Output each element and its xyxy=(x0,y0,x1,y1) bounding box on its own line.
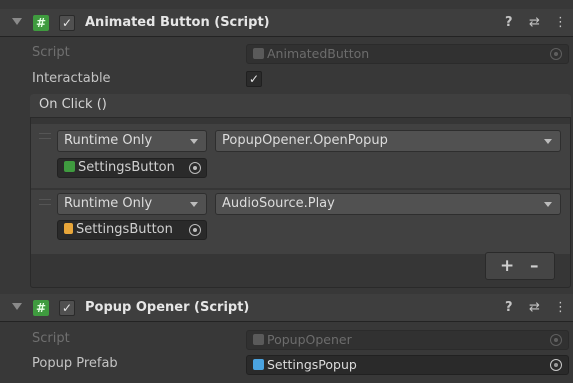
animated-button-component-header[interactable]: # ✓ Animated Button (Script) ? ⇄ ⋮ xyxy=(0,9,573,37)
presets-icon[interactable]: ⇄ xyxy=(529,15,540,30)
prefab-value: SettingsPopup xyxy=(267,357,357,372)
context-menu-icon[interactable]: ⋮ xyxy=(554,300,567,315)
function-dropdown[interactable]: AudioSource.Play xyxy=(215,193,561,215)
object-picker-icon xyxy=(550,334,562,346)
prefab-icon xyxy=(253,359,264,370)
runtime-mode-dropdown[interactable]: Runtime Only xyxy=(57,130,207,152)
target-object-field[interactable]: SettingsButton xyxy=(57,220,207,240)
list-add-remove-controls: + – xyxy=(485,252,555,280)
script-value: PopupOpener xyxy=(267,332,352,347)
function-value: AudioSource.Play xyxy=(222,196,335,211)
target-object-field[interactable]: SettingsButton xyxy=(57,158,207,178)
object-picker-icon[interactable] xyxy=(189,162,201,174)
on-click-header: On Click () xyxy=(30,94,571,118)
chevron-down-icon xyxy=(190,139,198,144)
script-file-icon xyxy=(253,334,264,345)
presets-icon[interactable]: ⇄ xyxy=(529,300,540,315)
foldout-arrow-icon[interactable] xyxy=(12,303,22,310)
drag-handle-icon[interactable] xyxy=(39,133,51,139)
script-field: AnimatedButton xyxy=(246,44,569,64)
component-title: Popup Opener (Script) xyxy=(85,300,250,315)
script-label: Script xyxy=(32,45,70,60)
script-field: PopupOpener xyxy=(246,330,569,350)
function-dropdown[interactable]: PopupOpener.OpenPopup xyxy=(215,130,561,152)
context-menu-icon[interactable]: ⋮ xyxy=(554,15,567,30)
help-icon[interactable]: ? xyxy=(505,15,513,30)
script-icon xyxy=(64,161,75,172)
component-title: Animated Button (Script) xyxy=(85,15,270,30)
object-picker-icon[interactable] xyxy=(189,224,201,236)
foldout-arrow-icon[interactable] xyxy=(12,18,22,25)
popup-opener-component-header[interactable]: # ✓ Popup Opener (Script) ? ⇄ ⋮ xyxy=(0,294,573,322)
interactable-label: Interactable xyxy=(32,71,111,86)
component-enabled-checkbox[interactable]: ✓ xyxy=(59,15,75,31)
popup-prefab-field[interactable]: SettingsPopup xyxy=(246,355,569,375)
runtime-mode-value: Runtime Only xyxy=(64,196,153,211)
object-picker-icon xyxy=(550,48,562,60)
script-icon: # xyxy=(33,300,49,316)
script-value: AnimatedButton xyxy=(267,46,370,61)
popup-prefab-label: Popup Prefab xyxy=(32,356,118,371)
on-click-entry: Runtime Only PopupOpener.OpenPopup Setti… xyxy=(31,124,570,188)
interactable-checkbox[interactable]: ✓ xyxy=(246,71,262,87)
on-click-entry: Runtime Only AudioSource.Play SettingsBu… xyxy=(31,190,570,254)
script-file-icon xyxy=(253,48,264,59)
chevron-down-icon xyxy=(190,202,198,207)
target-value: SettingsButton xyxy=(76,222,173,237)
remove-entry-button[interactable]: – xyxy=(530,256,539,276)
function-value: PopupOpener.OpenPopup xyxy=(222,133,388,148)
chevron-down-icon xyxy=(544,139,552,144)
drag-handle-icon[interactable] xyxy=(39,199,51,205)
script-icon: # xyxy=(33,15,49,31)
add-entry-button[interactable]: + xyxy=(500,256,514,276)
audio-source-icon xyxy=(64,223,73,234)
chevron-down-icon xyxy=(544,202,552,207)
runtime-mode-value: Runtime Only xyxy=(64,133,153,148)
target-value: SettingsButton xyxy=(78,160,175,175)
runtime-mode-dropdown[interactable]: Runtime Only xyxy=(57,193,207,215)
component-enabled-checkbox[interactable]: ✓ xyxy=(59,300,75,316)
object-picker-icon[interactable] xyxy=(550,359,562,371)
on-click-title: On Click () xyxy=(39,97,107,112)
script-label: Script xyxy=(32,331,70,346)
help-icon[interactable]: ? xyxy=(505,300,513,315)
